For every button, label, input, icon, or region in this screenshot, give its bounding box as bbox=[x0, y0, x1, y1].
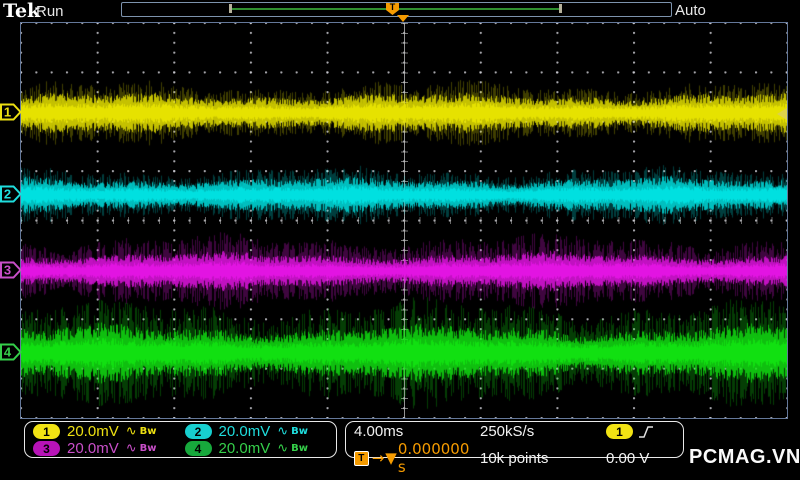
channel-2-coupling-icon: ∿ Bw bbox=[277, 424, 308, 439]
tek-logo: Tek bbox=[3, 0, 41, 22]
channel-3-readout: 3 20.0mV ∿ Bw bbox=[29, 440, 181, 457]
channel-3-badge: 3 bbox=[33, 441, 60, 456]
trigger-position-marker-icon: T bbox=[386, 3, 399, 15]
trigger-mode-label: Auto bbox=[675, 2, 706, 19]
channel-1-scale: 20.0mV bbox=[67, 423, 119, 440]
channel-4-badge: 4 bbox=[184, 441, 212, 456]
rising-edge-icon bbox=[639, 425, 653, 438]
trigger-delay-value: 0.000000 s bbox=[397, 440, 470, 476]
trigger-flag-arrow-icon bbox=[397, 15, 409, 22]
channel-1-coupling-icon: ∿ Bw bbox=[125, 424, 157, 439]
svg-text:4: 4 bbox=[4, 345, 12, 360]
trigger-delay-readout: T → ▼ 0.000000 s bbox=[354, 440, 480, 476]
channel-4-marker: 4 bbox=[0, 343, 22, 361]
oscilloscope-screen: Tek Run T Auto T 1 2 3 4 1 20.0mV ∿Bw bbox=[0, 0, 800, 480]
graticule bbox=[20, 22, 788, 419]
channel-4-coupling-icon: ∿ Bw bbox=[277, 441, 308, 456]
trigger-level-value: 0.00 V bbox=[606, 449, 650, 467]
trigger-t-icon: T bbox=[354, 450, 369, 466]
channel-2-readout: 2 20.0mV ∿ Bw bbox=[181, 423, 333, 440]
channel-2-badge: 2 bbox=[184, 424, 212, 439]
timebase-scale: 4.00ms bbox=[354, 423, 404, 440]
channel-2-marker: 2 bbox=[0, 185, 22, 203]
acquisition-status: Run bbox=[36, 3, 64, 20]
waveform-canvas bbox=[21, 23, 787, 418]
sample-rate: 250kS/s bbox=[480, 423, 535, 440]
channel-4-scale: 20.0mV bbox=[218, 440, 271, 457]
trigger-source: 1 bbox=[606, 423, 675, 440]
channel-3-marker: 3 bbox=[0, 261, 22, 279]
channel-2-scale: 20.0mV bbox=[218, 423, 271, 440]
channel-4-readout: 4 20.0mV ∿ Bw bbox=[181, 440, 333, 457]
channel-3-coupling-icon: ∿ Bw bbox=[125, 441, 157, 456]
trigger-source-badge: 1 bbox=[606, 424, 633, 439]
watermark: PCMAG.VN bbox=[689, 446, 800, 468]
window-bracket-right bbox=[559, 4, 562, 13]
level-triangle-icon: ▼ bbox=[385, 449, 397, 467]
record-length: 10k points bbox=[480, 449, 549, 467]
svg-text:3: 3 bbox=[4, 263, 11, 278]
channel-1-badge: 1 bbox=[33, 424, 60, 439]
timebase-trigger-box: 4.00ms 250kS/s 1 T → ▼ 0.000000 s 10k po… bbox=[345, 421, 684, 476]
svg-text:2: 2 bbox=[4, 187, 11, 202]
arrow-right-icon: → bbox=[371, 449, 385, 467]
trigger-level-arrow-icon bbox=[777, 108, 787, 120]
channel-3-scale: 20.0mV bbox=[67, 440, 119, 457]
channel-readout-box: 1 20.0mV ∿ Bw 2 20.0mV ∿ Bw 3 20.0mV ∿ Bw 4… bbox=[24, 421, 337, 458]
channel-1-readout: 1 20.0mV ∿ Bw bbox=[29, 423, 181, 440]
svg-text:1: 1 bbox=[4, 105, 11, 120]
channel-1-marker: 1 bbox=[0, 103, 22, 121]
